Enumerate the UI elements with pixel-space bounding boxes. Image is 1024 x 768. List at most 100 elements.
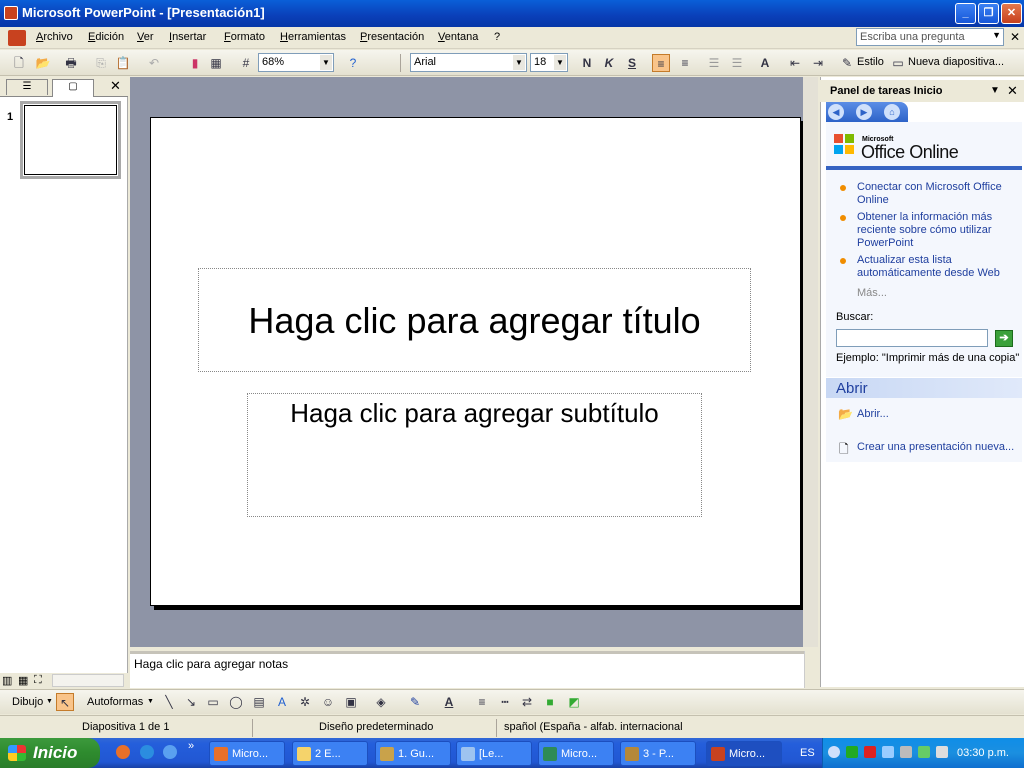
menu-archivo[interactable]: Archivo xyxy=(36,31,73,43)
table-icon[interactable]: ▦ xyxy=(207,54,225,72)
close-document-icon[interactable]: ✕ xyxy=(1010,30,1020,44)
italic-button[interactable]: K xyxy=(600,54,618,72)
document-menu-icon[interactable] xyxy=(8,30,26,46)
menu-ventana[interactable]: Ventana xyxy=(438,31,478,43)
new-slide-button[interactable]: Nueva diapositiva... xyxy=(908,56,1004,68)
line-color-icon[interactable]: ✎ xyxy=(406,693,424,711)
print-icon[interactable]: 🖶 xyxy=(62,54,80,72)
normal-view-icon[interactable]: ▥ xyxy=(2,674,12,687)
taskbar-item-active[interactable]: Micro... xyxy=(706,741,782,766)
bullet-list-icon[interactable]: ☰ xyxy=(728,54,746,72)
diagram-icon[interactable]: ✲ xyxy=(296,693,314,711)
line-icon[interactable]: ╲ xyxy=(160,693,178,711)
font-select[interactable]: Arial ▼ xyxy=(410,53,527,72)
taskbar-item[interactable]: Micro... xyxy=(209,741,285,766)
menu-formato[interactable]: Formato xyxy=(224,31,265,43)
menu-edicion[interactable]: Edición xyxy=(88,31,124,43)
undo-icon[interactable]: ↶ xyxy=(145,54,163,72)
close-panel-icon[interactable]: ✕ xyxy=(110,78,121,94)
link-new-presentation[interactable]: Crear una presentación nueva... xyxy=(857,441,1014,454)
close-icon[interactable]: ✕ xyxy=(1001,3,1022,24)
increase-font-icon[interactable]: A xyxy=(756,54,774,72)
chevron-down-icon[interactable]: ▼ xyxy=(320,55,332,70)
arrow-style-icon[interactable]: ⇄ xyxy=(518,693,536,711)
help-icon[interactable]: ? xyxy=(344,54,362,72)
powerpoint-app-icon[interactable] xyxy=(4,6,18,20)
link-latest-info[interactable]: Obtener la información más reciente sobr… xyxy=(857,211,1017,250)
ie-icon[interactable] xyxy=(140,745,154,759)
rectangle-icon[interactable]: ▭ xyxy=(204,693,222,711)
oval-icon[interactable]: ◯ xyxy=(227,693,245,711)
dash-style-icon[interactable]: ┅ xyxy=(496,693,514,711)
style-button[interactable]: Estilo xyxy=(857,56,884,68)
notes-placeholder[interactable]: Haga clic para agregar notas xyxy=(134,657,288,671)
clipart-icon[interactable]: ☺ xyxy=(319,693,337,711)
chevron-down-icon[interactable]: ▼ xyxy=(513,55,525,70)
tray-icon[interactable] xyxy=(918,746,930,758)
taskbar-item[interactable]: 2 E... xyxy=(292,741,368,766)
wordart-icon[interactable]: A xyxy=(273,693,291,711)
taskbar-item[interactable]: 1. Gu... xyxy=(375,741,451,766)
chevron-down-icon[interactable]: ▼ xyxy=(990,85,1000,96)
taskbar-item[interactable]: Micro... xyxy=(538,741,614,766)
open-icon[interactable]: 📂 xyxy=(34,54,52,72)
back-icon[interactable]: ◀ xyxy=(828,104,844,120)
grid-icon[interactable]: # xyxy=(237,54,255,72)
vertical-scrollbar[interactable] xyxy=(803,77,818,647)
minimize-icon[interactable]: _ xyxy=(955,3,976,24)
bold-button[interactable]: N xyxy=(578,54,596,72)
chevron-down-icon[interactable]: ▼ xyxy=(554,55,566,70)
select-pointer-icon[interactable]: ↖ xyxy=(56,693,74,711)
search-input[interactable] xyxy=(836,329,988,347)
tray-icon[interactable] xyxy=(900,746,912,758)
menu-herramientas[interactable]: Herramientas xyxy=(280,31,346,43)
chevron-right-icon[interactable]: » xyxy=(188,740,194,752)
draw-menu-button[interactable]: Dibujo xyxy=(12,696,43,708)
new-slide-icon[interactable]: ▭ xyxy=(889,54,907,72)
tab-slides[interactable]: ▢ xyxy=(52,79,94,97)
search-go-icon[interactable]: ➔ xyxy=(995,330,1013,347)
menu-presentacion[interactable]: Presentación xyxy=(360,31,424,43)
align-center-icon[interactable]: ≡ xyxy=(676,54,694,72)
menu-insertar[interactable]: Insertar xyxy=(169,31,206,43)
chart-icon[interactable]: ▮ xyxy=(186,54,204,72)
browser-icon[interactable] xyxy=(163,745,177,759)
style-icon[interactable]: ✎ xyxy=(838,54,856,72)
sorter-view-icon[interactable]: ▦ xyxy=(18,674,28,687)
picture-icon[interactable]: ▣ xyxy=(342,693,360,711)
3d-icon[interactable]: ◩ xyxy=(565,693,583,711)
fill-color-icon[interactable]: ◈ xyxy=(372,693,390,711)
paste-icon[interactable]: 📋 xyxy=(114,54,132,72)
font-size-select[interactable]: 18 ▼ xyxy=(530,53,568,72)
link-more[interactable]: Más... xyxy=(857,287,887,299)
align-left-icon[interactable]: ≡ xyxy=(652,54,670,72)
volume-icon[interactable] xyxy=(936,746,948,758)
arrow-icon[interactable]: ↘ xyxy=(182,693,200,711)
start-button[interactable]: Inicio xyxy=(0,738,100,768)
title-placeholder[interactable]: Haga clic para agregar título xyxy=(198,300,751,342)
ati-icon[interactable] xyxy=(864,746,876,758)
home-icon[interactable]: ⌂ xyxy=(884,104,900,120)
link-open[interactable]: Abrir... xyxy=(857,408,889,421)
taskbar-item[interactable]: [Le... xyxy=(456,741,532,766)
autoshapes-button[interactable]: Autoformas xyxy=(87,696,143,708)
slide-thumbnail[interactable] xyxy=(20,101,121,179)
numbered-list-icon[interactable]: ☰ xyxy=(705,54,723,72)
chevron-down-icon[interactable]: ▼ xyxy=(46,698,53,705)
new-document-icon[interactable]: 🗋 xyxy=(10,54,28,72)
slideshow-view-icon[interactable]: ⛶ xyxy=(34,674,42,687)
ask-question-input[interactable]: Escriba una pregunta ▼ xyxy=(856,28,1004,46)
tray-icon[interactable] xyxy=(846,746,858,758)
language-indicator[interactable]: ES xyxy=(800,747,815,759)
firefox-icon[interactable] xyxy=(116,745,130,759)
zoom-select[interactable]: 68% ▼ xyxy=(258,53,334,72)
font-color-icon[interactable]: A xyxy=(440,693,458,711)
close-icon[interactable]: ✕ xyxy=(1007,83,1018,99)
textbox-icon[interactable]: ▤ xyxy=(250,693,268,711)
link-connect-office-online[interactable]: Conectar con Microsoft Office Online xyxy=(857,181,1017,207)
horizontal-scrollbar[interactable] xyxy=(52,674,124,687)
copy-icon[interactable]: ⎘ xyxy=(92,54,110,72)
menu-ver[interactable]: Ver xyxy=(137,31,154,43)
decrease-indent-icon[interactable]: ⇤ xyxy=(786,54,804,72)
shadow-button[interactable]: S xyxy=(623,54,641,72)
